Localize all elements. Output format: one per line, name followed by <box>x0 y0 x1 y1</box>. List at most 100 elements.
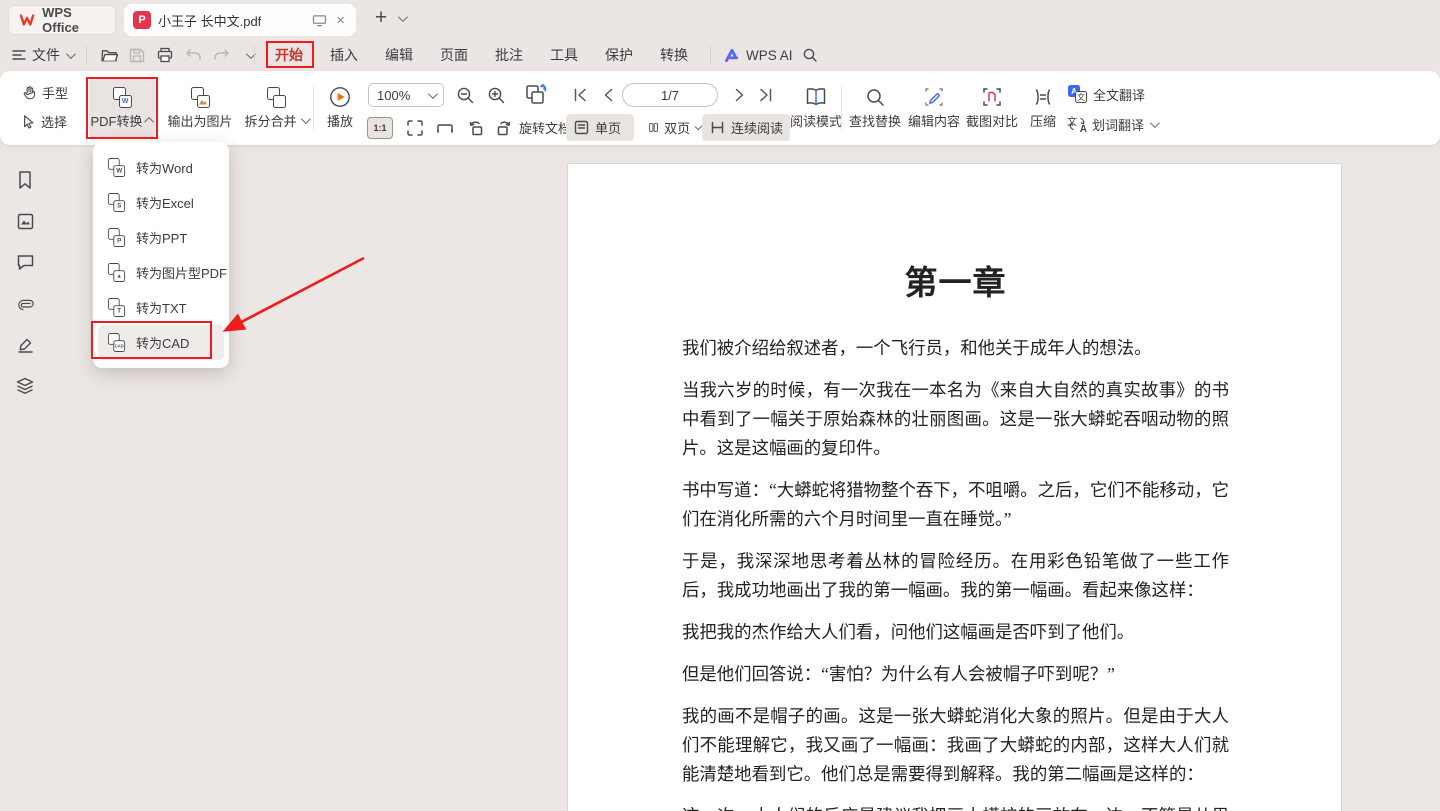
menu-item-to-txt[interactable]: T 转为TXT <box>98 290 224 325</box>
redo-button[interactable] <box>208 43 234 67</box>
hamburger-menu-icon[interactable] <box>12 49 26 61</box>
chevron-up-icon <box>144 116 154 126</box>
to-ppt-icon: P <box>107 228 126 247</box>
tab-page[interactable]: 页面 <box>440 45 468 65</box>
next-page-button[interactable] <box>730 85 750 105</box>
fit-page-button[interactable] <box>398 114 432 141</box>
save-button[interactable] <box>124 43 150 67</box>
menu-item-label: 转为PPT <box>136 228 187 247</box>
menu-item-to-excel[interactable]: S 转为Excel <box>98 185 224 220</box>
divider <box>841 86 842 130</box>
continuous-read-button[interactable]: 连续阅读 <box>702 114 790 141</box>
comments-icon[interactable] <box>13 250 37 274</box>
file-menu[interactable]: 文件 <box>32 45 60 65</box>
pdf-convert-button[interactable]: W PDF转换 <box>89 77 155 139</box>
to-image-pdf-icon: ▲ <box>107 263 126 282</box>
wps-logo-icon <box>19 12 35 28</box>
cursor-icon <box>22 114 36 129</box>
read-mode-button[interactable]: 阅读模式 <box>786 77 846 139</box>
document-tab[interactable]: P 小王子 长中文.pdf × <box>124 4 356 36</box>
annotation-arrow <box>212 246 377 341</box>
tab-convert[interactable]: 转换 <box>660 45 688 65</box>
single-page-button[interactable]: 单页 <box>566 114 634 141</box>
doc-paragraph: 我把我的杰作给大人们看，问他们这幅画是否吓到了他们。 <box>682 618 1229 647</box>
tab-protect[interactable]: 保护 <box>605 45 633 65</box>
menu-item-to-image-pdf[interactable]: ▲ 转为图片型PDF <box>98 255 224 290</box>
doc-paragraph: 书中写道：“大蟒蛇将猎物整个吞下，不咀嚼。之后，它们不能移动，它们在消化所需的六… <box>682 476 1229 534</box>
pdf-page[interactable]: 第一章 我们被介绍给叙述者，一个飞行员，和他关于成年人的想法。 当我六岁的时候，… <box>568 164 1341 811</box>
zoom-out-button[interactable] <box>455 85 475 105</box>
open-file-button[interactable] <box>96 43 122 67</box>
find-replace-button[interactable]: 查找替换 <box>846 77 904 139</box>
select-tool-button[interactable]: 选择 <box>18 109 71 133</box>
menu-item-label: 转为Word <box>136 158 193 177</box>
menubar: 文件 开始 插入 编辑 页面 批注 工具 保护 转换 WPS AI <box>0 40 1440 71</box>
continuous-read-icon <box>709 119 726 136</box>
tab-list-chevron-icon[interactable] <box>398 12 408 22</box>
edit-content-button[interactable]: 编辑内容 <box>905 77 963 139</box>
double-page-label: 双页 <box>664 118 690 137</box>
word-translate-button[interactable]: 文A 划词翻译 <box>1068 111 1157 137</box>
tab-insert[interactable]: 插入 <box>330 45 358 65</box>
split-merge-icon <box>266 87 287 108</box>
page-indicator-input[interactable]: 1/7 <box>622 83 718 107</box>
more-actions-chevron-icon[interactable] <box>236 43 262 67</box>
bookmarks-icon[interactable] <box>13 168 37 192</box>
tab-comment[interactable]: 批注 <box>495 45 523 65</box>
monitor-icon[interactable] <box>312 14 327 27</box>
rotate-left-button[interactable] <box>458 114 492 141</box>
menu-item-to-cad[interactable]: CAD 转为CAD <box>98 325 224 360</box>
wps-ai-icon <box>724 48 741 63</box>
hand-tool-button[interactable]: 手型 <box>18 80 72 104</box>
wps-ai-button[interactable]: WPS AI <box>724 44 793 66</box>
single-page-label: 单页 <box>595 118 621 137</box>
screenshot-compare-button[interactable]: 截图对比 <box>963 77 1021 139</box>
actual-size-button[interactable]: 1:1 <box>364 114 396 141</box>
close-tab-icon[interactable]: × <box>334 12 347 29</box>
hand-icon <box>22 85 37 100</box>
chevron-down-icon <box>300 114 310 124</box>
play-button[interactable]: 播放 <box>318 77 362 139</box>
attachments-icon[interactable] <box>13 291 37 315</box>
divider <box>86 46 87 64</box>
tab-tools[interactable]: 工具 <box>550 45 578 65</box>
tab-home[interactable]: 开始 <box>275 45 303 65</box>
zoom-level-select[interactable]: 100% <box>368 83 444 107</box>
pdf-convert-label: PDF转换 <box>90 111 142 130</box>
layers-icon[interactable] <box>13 373 37 397</box>
double-page-button[interactable]: 双页 <box>641 114 707 141</box>
select-tool-label: 选择 <box>41 112 67 131</box>
full-translate-button[interactable]: A文 全文翻译 <box>1068 81 1145 107</box>
toolbar: 手型 选择 W PDF转换 输出为图片 拆分合并 播放 100% <box>0 71 1440 145</box>
pdf-file-icon: P <box>133 11 151 29</box>
thumbnails-icon[interactable] <box>13 209 37 233</box>
compress-label: 压缩 <box>1030 111 1056 130</box>
tab-edit[interactable]: 编辑 <box>385 45 413 65</box>
divider <box>710 46 711 64</box>
menu-item-to-word[interactable]: W 转为Word <box>98 150 224 185</box>
rotate-pages-icon[interactable] <box>524 82 550 108</box>
search-icon[interactable] <box>797 43 823 67</box>
first-page-button[interactable] <box>570 85 590 105</box>
last-page-button[interactable] <box>756 85 776 105</box>
ribbon-tabs: 开始 插入 编辑 页面 批注 工具 保护 转换 <box>275 40 688 70</box>
full-translate-label: 全文翻译 <box>1093 85 1145 104</box>
compress-button[interactable]: 压缩 <box>1024 77 1062 139</box>
previous-page-button[interactable] <box>598 85 618 105</box>
menu-item-label: 转为CAD <box>136 333 189 352</box>
divider <box>313 86 314 130</box>
signature-icon[interactable] <box>13 332 37 356</box>
wps-home-button[interactable]: WPS Office <box>8 5 116 35</box>
undo-button[interactable] <box>180 43 206 67</box>
to-txt-icon: T <box>107 298 126 317</box>
fit-width-button[interactable] <box>428 114 462 141</box>
menu-item-to-ppt[interactable]: P 转为PPT <box>98 220 224 255</box>
export-image-button[interactable]: 输出为图片 <box>161 77 239 139</box>
zoom-in-button[interactable] <box>486 85 506 105</box>
play-label: 播放 <box>327 111 353 130</box>
new-tab-button[interactable]: + <box>368 6 394 30</box>
split-merge-button[interactable]: 拆分合并 <box>243 77 309 139</box>
actual-size-icon: 1:1 <box>367 117 393 139</box>
doc-paragraph: 于是，我深深地思考着丛林的冒险经历。在用彩色铅笔做了一些工作后，我成功地画出了我… <box>682 547 1229 605</box>
print-button[interactable] <box>152 43 178 67</box>
